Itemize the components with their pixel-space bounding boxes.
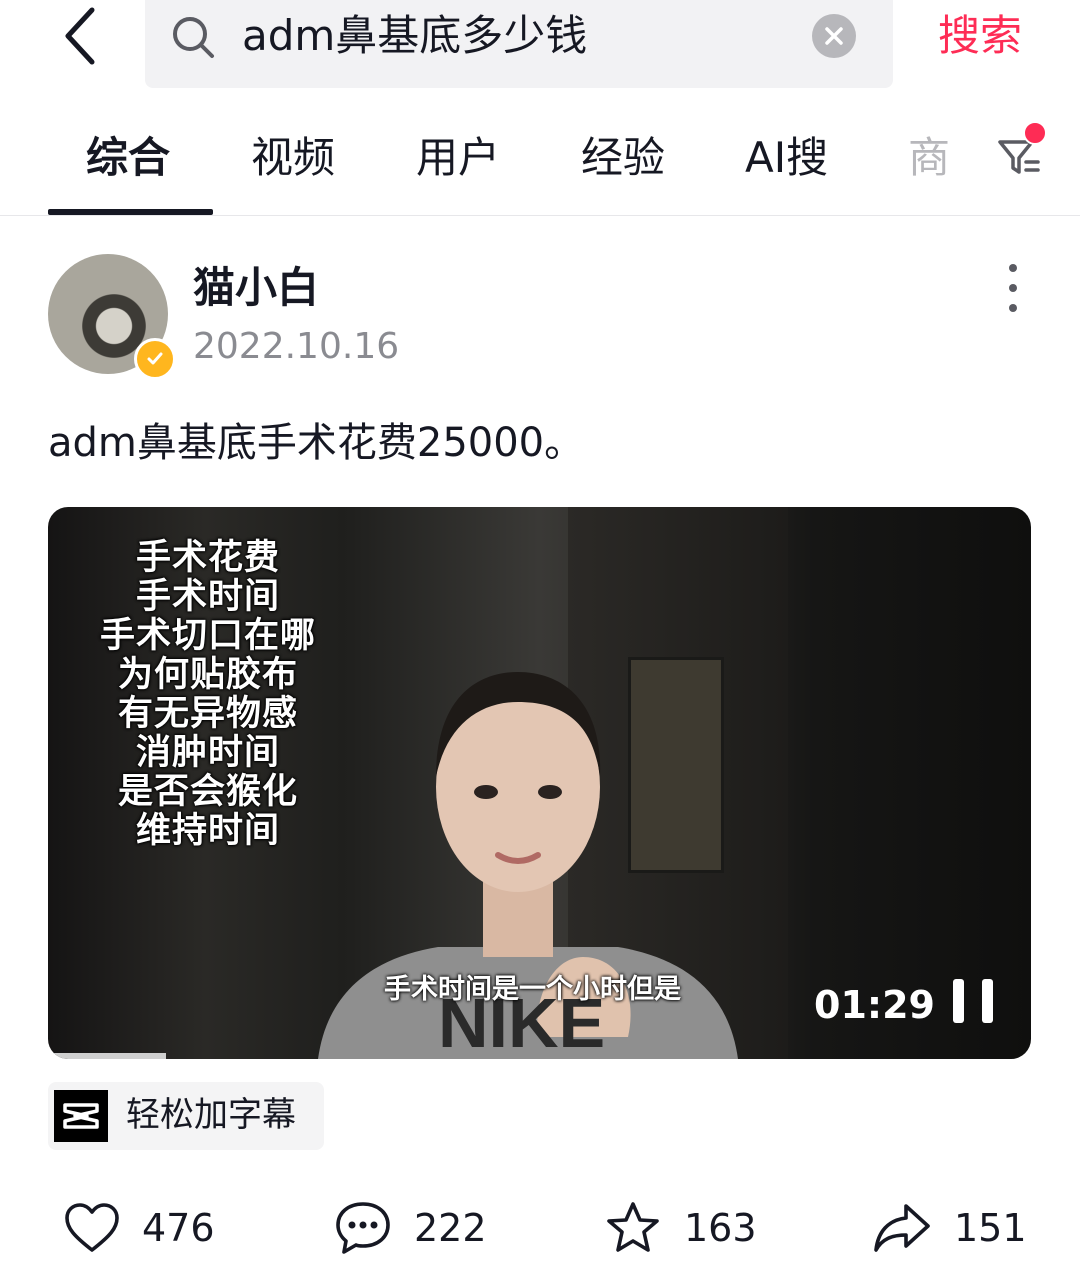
like-button[interactable]: 476 <box>64 1196 215 1260</box>
author-name[interactable]: 猫小白 <box>193 262 319 314</box>
capcut-subtitle-chip[interactable]: 轻松加字幕 <box>48 1082 324 1150</box>
tab-users[interactable]: 用户 <box>416 130 500 186</box>
comment-button[interactable]: 222 <box>334 1196 487 1260</box>
tab-experience[interactable]: 经验 <box>581 130 665 186</box>
video-player[interactable]: NIKE 手术花费 手术时间 手术切口在哪 为何贴胶布 有无异物感 消肿时间 是… <box>48 507 1031 1059</box>
divider <box>0 215 1080 216</box>
tab-ai-search[interactable]: AI搜 <box>745 130 828 186</box>
overlay-line: 维持时间 <box>135 811 280 851</box>
heart-icon <box>65 1203 119 1252</box>
notification-dot <box>1023 121 1047 145</box>
favorite-count: 163 <box>684 1206 757 1250</box>
search-input[interactable]: adm鼻基底多少钱 <box>242 8 587 64</box>
close-icon <box>825 27 843 45</box>
tab-comprehensive[interactable]: 综合 <box>86 130 170 186</box>
search-icon <box>173 17 214 58</box>
tab-shop[interactable]: 商 <box>908 130 950 186</box>
more-options-icon[interactable] <box>996 264 1030 312</box>
back-button[interactable] <box>52 6 108 66</box>
overlay-line: 手术花费 <box>135 538 280 578</box>
capcut-icon <box>54 1090 108 1142</box>
overlay-line: 有无异物感 <box>117 694 298 734</box>
comment-icon <box>336 1202 390 1254</box>
share-icon <box>874 1204 930 1252</box>
chevron-left-icon <box>65 7 95 65</box>
overlay-line: 消肿时间 <box>135 733 280 773</box>
verified-badge-icon <box>134 338 176 380</box>
share-count: 151 <box>954 1206 1027 1250</box>
search-button[interactable]: 搜索 <box>938 8 1022 64</box>
video-progress-bar[interactable] <box>48 1053 166 1059</box>
post-caption: adm鼻基底手术花费25000。 <box>48 420 585 466</box>
star-icon <box>607 1202 659 1252</box>
like-count: 476 <box>142 1206 215 1250</box>
video-overlay-text: 手术花费 手术时间 手术切口在哪 为何贴胶布 有无异物感 消肿时间 是否会猴化 … <box>78 539 338 851</box>
overlay-line: 为何贴胶布 <box>117 655 298 695</box>
video-subtitle: 手术时间是一个小时但是 <box>384 974 681 1005</box>
pause-icon[interactable] <box>953 979 993 1023</box>
share-button[interactable]: 151 <box>872 1196 1027 1260</box>
favorite-button[interactable]: 163 <box>604 1196 757 1260</box>
overlay-line: 是否会猴化 <box>117 772 298 812</box>
clear-search-button[interactable] <box>812 14 856 58</box>
overlay-line: 手术时间 <box>135 577 280 617</box>
capcut-chip-label: 轻松加字幕 <box>126 1095 296 1135</box>
tab-videos[interactable]: 视频 <box>251 130 335 186</box>
overlay-line: 手术切口在哪 <box>99 616 316 656</box>
post-date: 2022.10.16 <box>193 326 400 367</box>
video-timecode: 01:29 <box>814 983 935 1027</box>
comment-count: 222 <box>414 1206 487 1250</box>
